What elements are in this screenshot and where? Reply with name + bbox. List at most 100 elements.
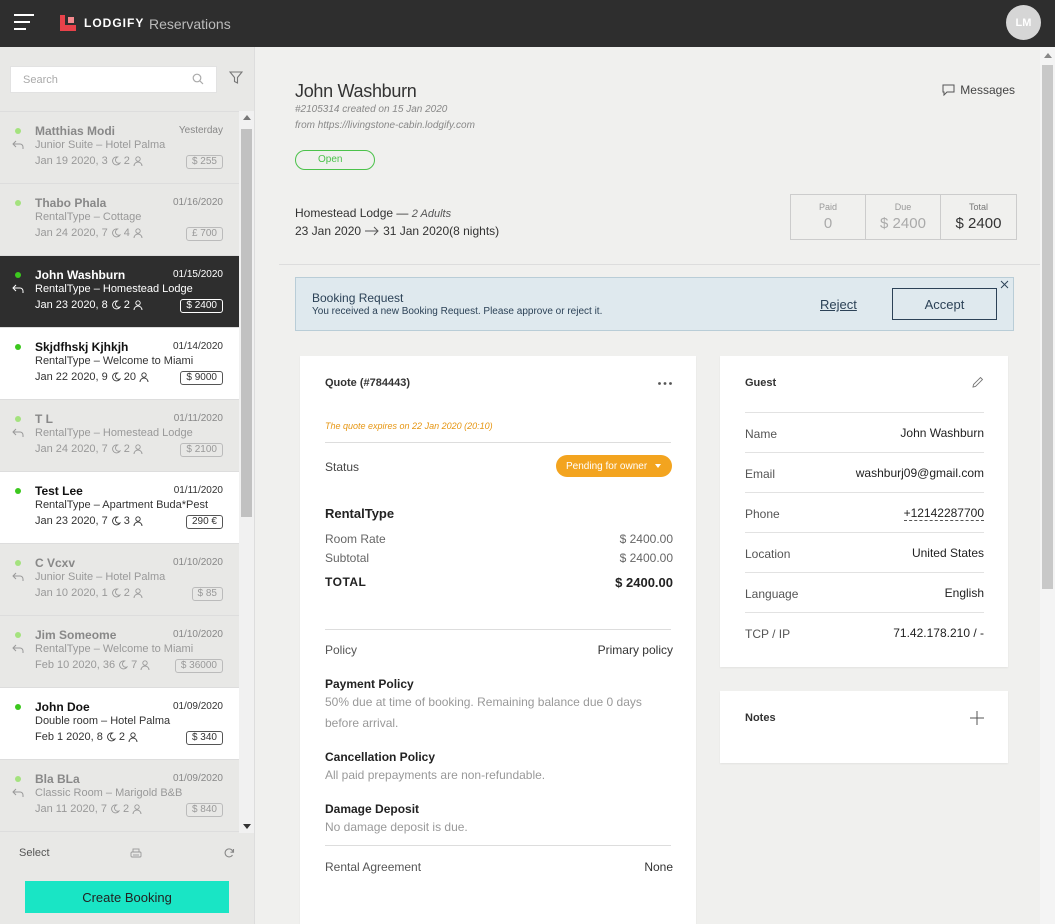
reservation-item[interactable]: Thabo Phala 01/16/2020 RentalType – Cottag…: [0, 184, 239, 256]
person-icon: [139, 372, 149, 382]
divider: [325, 845, 671, 846]
sidebar: Matthias Modi Yesterday Junior Suite – Hot…: [0, 47, 255, 924]
arrow-right-icon: [365, 226, 379, 236]
reply-icon: [12, 284, 24, 293]
price-badge: $ 36000: [174, 659, 223, 673]
price-badge: $ 255: [185, 155, 223, 169]
reservation-item[interactable]: John Doe 01/09/2020 Double room – Hotel Pa…: [0, 688, 239, 760]
rental-agreement-value: None: [644, 860, 673, 874]
price-badge: $ 85: [191, 587, 223, 601]
logo[interactable]: LODGIFY: [60, 15, 144, 31]
quote-status-dropdown[interactable]: Pending for owner: [556, 455, 672, 477]
stay-meta: Jan 19 2020, 3 2: [35, 155, 143, 167]
due-label: Due: [894, 202, 912, 212]
reservation-item[interactable]: Bla BLa 01/09/2020 Classic Room – Marigold…: [0, 760, 239, 832]
guest-count: 7: [131, 659, 138, 671]
reservation-item[interactable]: C Vcxv 01/10/2020 Junior Suite – Hotel Pal…: [0, 544, 239, 616]
rental-type: RentalType: [325, 506, 395, 521]
guest-name: Matthias Modi: [35, 124, 115, 138]
reservation-item[interactable]: Jim Someome 01/10/2020 RentalType – Welcom…: [0, 616, 239, 688]
person-icon: [132, 804, 142, 814]
reservation-date: 01/10/2020: [172, 629, 223, 640]
search-input[interactable]: [11, 67, 181, 92]
person-icon: [133, 588, 143, 598]
moon-icon: [111, 804, 120, 814]
stay-meta: Jan 23 2020, 7 3: [35, 515, 143, 527]
reservation-item[interactable]: T L 01/11/2020 RentalType – Homestead Lodg…: [0, 400, 239, 472]
guest-field-value: 71.42.178.210 / -: [893, 626, 984, 640]
refresh-icon[interactable]: [223, 847, 235, 859]
reply-icon: [12, 140, 24, 149]
section-title: Reservations: [149, 16, 231, 32]
reservation-date: 01/11/2020: [173, 485, 223, 496]
print-icon[interactable]: [130, 848, 142, 859]
guest-count: 2: [123, 299, 130, 311]
guest-field-row: Location United States: [745, 532, 984, 572]
person-icon: [133, 444, 143, 454]
scroll-thumb[interactable]: [1042, 65, 1053, 589]
guest-field-label: Language: [745, 587, 799, 601]
more-options-icon[interactable]: [658, 382, 672, 385]
filter-icon[interactable]: [229, 71, 243, 85]
messages-link[interactable]: Messages: [942, 83, 1015, 97]
status-badge: Open: [295, 150, 375, 170]
menu-icon[interactable]: [14, 14, 34, 32]
sidebar-scrollbar[interactable]: [239, 111, 254, 833]
total-label: Total: [968, 202, 988, 212]
paid-amount: Paid 0: [791, 195, 866, 239]
reject-button[interactable]: Reject: [820, 297, 857, 312]
reservation-item[interactable]: John Washburn 01/15/2020 RentalType – Home…: [0, 256, 239, 328]
rental-agreement-row: Rental Agreement None: [325, 860, 673, 874]
guest-field-row: TCP / IP 71.42.178.210 / -: [745, 612, 984, 652]
price-badge: $ 340: [185, 731, 223, 745]
status-dot: [15, 704, 21, 710]
property-name: Homestead Lodge: [295, 206, 394, 220]
total-label: TOTAL: [325, 575, 367, 589]
guest-name: T L: [35, 412, 53, 426]
property-separator: —: [393, 206, 412, 220]
total-value: $ 2400.00: [615, 575, 673, 590]
departure-date: 31 Jan 2020: [383, 224, 450, 238]
guest-field-row: Language English: [745, 572, 984, 612]
scroll-up-arrow[interactable]: [1044, 53, 1052, 58]
guest-field-label: Phone: [745, 507, 780, 521]
booking-request-banner: Booking Request You received a new Booki…: [295, 277, 1014, 331]
divider: [325, 442, 671, 443]
reservation-item[interactable]: Skjdfhskj Kjhkjh 01/14/2020 RentalType – W…: [0, 328, 239, 400]
guest-field-label: TCP / IP: [745, 627, 791, 641]
adults-count: 2 Adults: [411, 208, 452, 220]
guest-name: Thabo Phala: [35, 196, 107, 210]
reply-icon: [12, 644, 24, 653]
price-badge: $ 2100: [180, 443, 223, 457]
scroll-up-arrow[interactable]: [243, 115, 251, 120]
person-icon: [133, 228, 143, 238]
select-label[interactable]: Select: [19, 847, 50, 859]
main-scrollbar[interactable]: [1040, 47, 1055, 924]
reservation-item[interactable]: Test Lee 01/11/2020 RentalType – Apartment…: [0, 472, 239, 544]
moon-icon: [119, 660, 129, 670]
avatar[interactable]: LM: [1006, 5, 1041, 40]
stay-meta: Jan 23 2020, 8 2: [35, 299, 143, 311]
due-amount: Due $ 2400: [866, 195, 941, 239]
guest-name: Skjdfhskj Kjhkjh: [35, 340, 129, 354]
reservation-date: 01/16/2020: [172, 197, 223, 208]
plus-icon[interactable]: [970, 711, 984, 725]
policy-label: Policy: [325, 643, 358, 657]
person-icon: [133, 516, 143, 526]
create-booking-button[interactable]: Create Booking: [25, 881, 229, 913]
reservation-item[interactable]: Matthias Modi Yesterday Junior Suite – Hot…: [0, 112, 239, 184]
policy-row: Policy Primary policy: [325, 643, 673, 657]
close-icon[interactable]: [1000, 280, 1009, 289]
guest-field-value[interactable]: +12142287700: [903, 506, 984, 521]
pencil-icon[interactable]: [971, 376, 984, 389]
moon-icon: [112, 228, 121, 238]
search-icon[interactable]: [192, 73, 204, 85]
reservation-date: 01/09/2020: [172, 773, 223, 784]
moon-icon: [112, 156, 121, 166]
payment-policy-text: 50% due at time of booking. Remaining ba…: [325, 695, 642, 730]
scroll-down-arrow[interactable]: [243, 824, 251, 829]
guest-card: Guest Name John Washburn Email washburj09@g…: [720, 356, 1008, 667]
checkin: Feb 1 2020, 8: [35, 731, 103, 743]
scroll-thumb[interactable]: [241, 129, 252, 517]
accept-button[interactable]: Accept: [892, 288, 997, 320]
